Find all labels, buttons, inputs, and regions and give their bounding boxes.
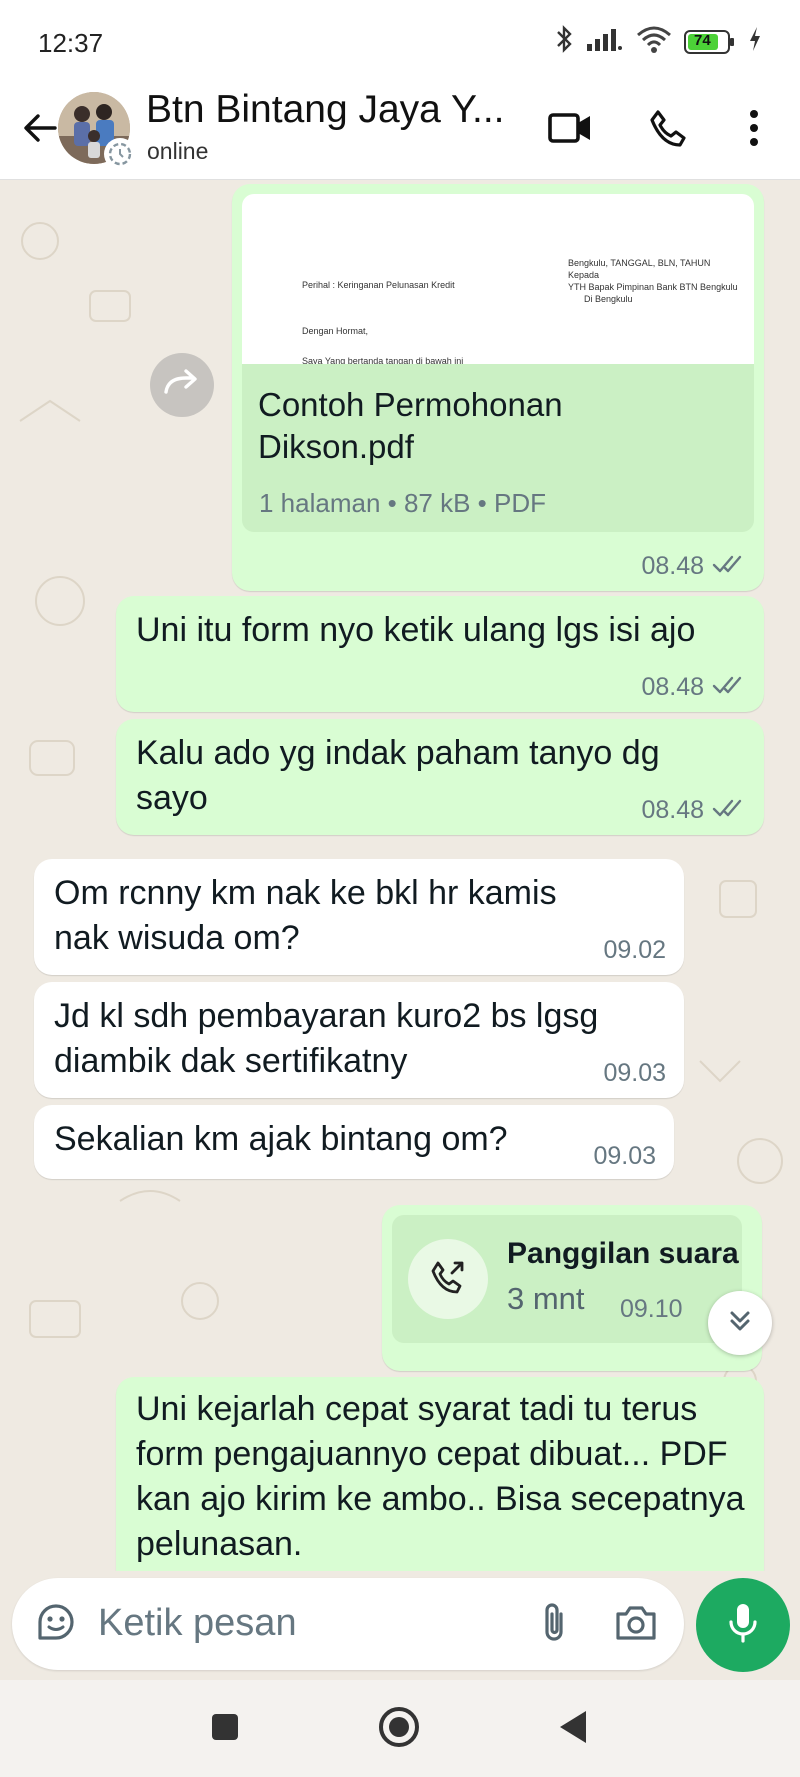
message-time: 09.03 (593, 1142, 656, 1170)
message-meta: 09.03 (603, 1059, 666, 1088)
arrow-left-icon (21, 109, 59, 152)
message-meta: 08.48 (641, 552, 746, 581)
nav-recents-button[interactable] (200, 1704, 250, 1754)
camera-button[interactable] (612, 1600, 660, 1648)
charging-icon (748, 26, 762, 57)
bluetooth-icon (554, 24, 574, 59)
sticker-button[interactable] (32, 1600, 80, 1648)
message-time: 09.02 (603, 936, 666, 964)
message-meta: 09.02 (603, 936, 666, 965)
voice-record-button[interactable] (696, 1578, 790, 1672)
microphone-icon (726, 1601, 760, 1650)
sticker-icon (34, 1600, 78, 1649)
double-check-icon (712, 796, 746, 825)
call-message[interactable]: Panggilan suara 3 mnt 09.10 (382, 1205, 762, 1371)
message-bubble[interactable]: Kalu ado yg indak paham tanyo dg sayo 08… (116, 719, 764, 835)
message-time: 08.48 (641, 552, 704, 580)
preview-line: Saya Yang bertanda tangan di bawah ini (302, 356, 464, 364)
menu-button[interactable] (724, 100, 784, 160)
message-text: Om rcnny km nak ke bkl hr kamis nak wisu… (54, 874, 557, 957)
message-bubble[interactable]: Jd kl sdh pembayaran kuro2 bs lgsg diamb… (34, 982, 684, 1098)
contact-status: online (147, 138, 209, 164)
document-name: Contoh Permohonan Dikson.pdf (258, 386, 563, 465)
message-text: Sekalian km ajak bintang om? (54, 1120, 508, 1158)
system-nav-bar (0, 1680, 800, 1777)
video-call-button[interactable] (540, 100, 600, 160)
battery-level: 74 (694, 31, 711, 49)
message-time: 08.48 (641, 796, 704, 824)
chat-header: Btn Bintang Jaya Y... online (0, 80, 800, 180)
message-meta: 09.03 (593, 1142, 656, 1171)
attach-button[interactable] (530, 1600, 578, 1648)
preview-line: Bengkulu, TANGGAL, BLN, TAHUN (568, 258, 711, 268)
battery-icon: 74 (684, 29, 736, 55)
preview-line: Kepada (568, 270, 600, 280)
document-info[interactable]: Contoh Permohonan Dikson.pdf 1 halaman •… (242, 364, 754, 532)
message-text: Uni kejarlah cepat syarat tadi tu terus … (136, 1390, 745, 1563)
double-check-icon (712, 552, 746, 581)
nav-back-button[interactable] (548, 1704, 598, 1754)
preview-line: Di Bengkulu (584, 294, 633, 304)
chat-area[interactable]: Perihal : Keringanan Pelunasan Kredit Be… (0, 181, 800, 1571)
message-bubble[interactable]: Uni itu form nyo ketik ulang lgs isi ajo… (116, 596, 764, 712)
triangle-back-icon (556, 1708, 590, 1751)
message-bubble[interactable]: Om rcnny km nak ke bkl hr kamis nak wisu… (34, 859, 684, 975)
message-time: 09.10 (620, 1295, 683, 1323)
document-message[interactable]: Perihal : Keringanan Pelunasan Kredit Be… (232, 184, 764, 591)
more-vert-icon (748, 108, 760, 153)
outgoing-call-icon (430, 1259, 466, 1300)
preview-line: Dengan Hormat, (302, 326, 369, 336)
message-bubble[interactable]: Sekalian km ajak bintang om? 09.03 (34, 1105, 674, 1179)
call-title: Panggilan suara (507, 1237, 739, 1270)
status-time: 12:37 (38, 28, 104, 58)
message-text: Jd kl sdh pembayaran kuro2 bs lgsg diamb… (54, 997, 599, 1080)
message-input[interactable]: Ketik pesan (98, 1602, 297, 1645)
message-time: 09.03 (603, 1059, 666, 1087)
chevron-double-down-icon (726, 1307, 754, 1340)
forward-button[interactable] (150, 353, 214, 417)
double-check-icon (712, 673, 746, 702)
signal-icon (586, 26, 624, 57)
message-input-bar[interactable]: Ketik pesan (12, 1578, 684, 1670)
contact-name[interactable]: Btn Bintang Jaya Y... (146, 88, 504, 132)
message-text: Uni itu form nyo ketik ulang lgs isi ajo (136, 611, 696, 649)
call-card[interactable]: Panggilan suara 3 mnt 09.10 (392, 1215, 742, 1343)
preview-line: Perihal : Keringanan Pelunasan Kredit (302, 280, 455, 290)
camera-icon (614, 1602, 658, 1647)
message-meta: 08.48 (641, 673, 746, 702)
call-duration: 3 mnt (507, 1281, 585, 1316)
document-preview[interactable]: Perihal : Keringanan Pelunasan Kredit Be… (242, 194, 754, 364)
status-icons: 74 (554, 24, 762, 59)
status-bar: 12:37 74 (0, 0, 800, 80)
forward-icon (162, 368, 202, 403)
paperclip-icon (539, 1600, 569, 1649)
preview-line: YTH Bapak Pimpinan Bank BTN Bengkulu (568, 282, 738, 292)
nav-home-button[interactable] (374, 1704, 424, 1754)
message-meta: 08.48 (641, 796, 746, 825)
phone-icon (648, 108, 688, 153)
message-time: 08.48 (641, 673, 704, 701)
call-icon-wrap (408, 1239, 488, 1319)
message-bubble[interactable]: Uni kejarlah cepat syarat tadi tu terus … (116, 1377, 764, 1571)
document-meta: 1 halaman • 87 kB • PDF (259, 488, 547, 518)
circle-home-icon (376, 1704, 422, 1755)
square-icon (210, 1712, 240, 1747)
wifi-icon (636, 25, 672, 58)
video-call-icon (547, 110, 593, 151)
voice-call-button[interactable] (638, 100, 698, 160)
status-ring-badge (104, 138, 136, 170)
scroll-to-bottom-button[interactable] (708, 1291, 772, 1355)
